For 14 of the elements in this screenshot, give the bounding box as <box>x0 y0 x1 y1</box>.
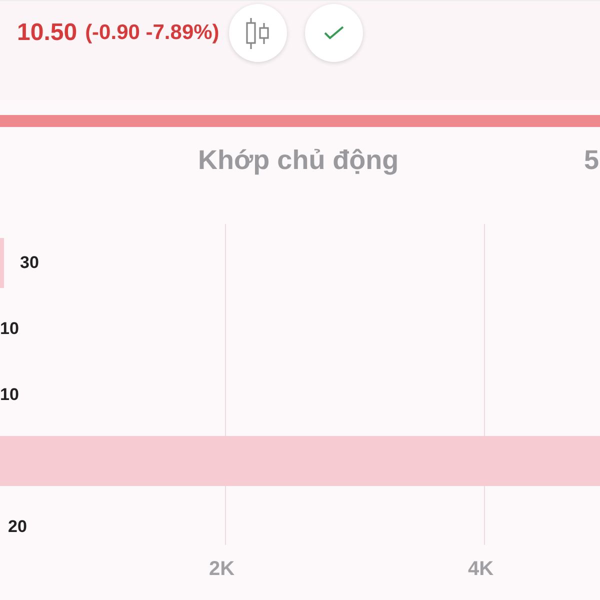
volume-value: 10 <box>0 385 19 405</box>
tab[interactable]: Khớp chủ động <box>198 145 399 176</box>
price: 10.50 <box>17 19 78 47</box>
check-icon <box>324 26 344 40</box>
volume-value: 10 <box>0 319 19 339</box>
volume-value: 20 <box>8 517 27 537</box>
chart-type-button[interactable] <box>229 4 288 62</box>
tab[interactable]: 5 <box>584 145 600 176</box>
volume-value: 30 <box>20 253 39 273</box>
volume-bar <box>0 238 4 288</box>
axis-tick-label: 2K <box>209 558 235 581</box>
price-change: (-0.90 -7.89%) <box>85 21 220 45</box>
axis-tick-label: 4K <box>468 558 494 581</box>
candlestick-icon <box>245 17 272 49</box>
